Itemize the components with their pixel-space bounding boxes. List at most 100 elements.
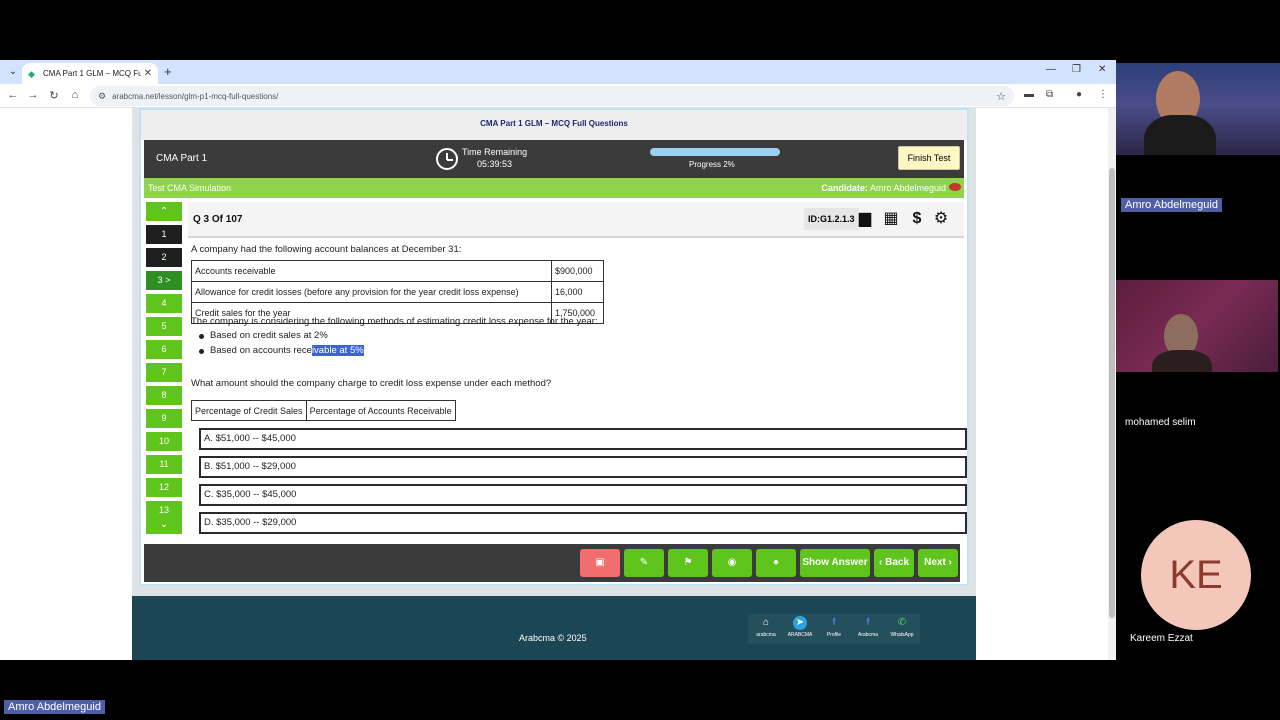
nav-question-item[interactable]: 10	[146, 432, 182, 451]
page-viewport: CMA Part 1 GLM – MCQ Full Questions CMA …	[0, 108, 1116, 660]
nav-question-item-current[interactable]: 3 >	[146, 271, 182, 290]
methods-intro: The company is considering the following…	[191, 316, 598, 327]
nav-question-item[interactable]: 2	[146, 248, 182, 267]
exam-part-label: CMA Part 1	[156, 153, 208, 164]
tab-search-icon[interactable]: ⌄	[6, 65, 20, 79]
progress-label: Progress 2%	[689, 160, 735, 169]
question-id-badge: ID:G1.2.1.3	[804, 208, 859, 230]
back-button[interactable]: ‹ Back	[874, 549, 914, 577]
home-icon[interactable]: ⌂	[68, 89, 82, 101]
answer-option-b[interactable]: B. $51,000 -- $29,000	[199, 456, 967, 478]
nav-question-item[interactable]: 12	[146, 478, 182, 497]
facebook-icon: f	[832, 617, 836, 628]
exam-header-bar: CMA Part 1 Time Remaining 05:39:53 Progr…	[144, 140, 964, 178]
video-tile-participant	[1116, 280, 1278, 372]
page-scrollbar[interactable]	[1108, 108, 1116, 660]
record-icon-button[interactable]: ◉	[712, 549, 752, 577]
tab-bar: ⌄ ◆ CMA Part 1 GLM – MCQ Full Qu ✕ + — ❐…	[0, 60, 1116, 84]
forward-arrow-icon[interactable]: →	[26, 89, 40, 101]
list-item: Based on credit sales at 2%	[199, 330, 364, 345]
comment-icon-button[interactable]: ●	[756, 549, 796, 577]
social-telegram-link[interactable]: ➤ ARABCMA	[783, 616, 817, 638]
table-cell: $900,000	[551, 260, 604, 282]
question-prompt: What amount should the company charge to…	[191, 378, 552, 389]
show-answer-button[interactable]: Show Answer	[800, 549, 870, 577]
notes-icon[interactable]: ▆	[856, 210, 874, 228]
table-cell: 16,000	[551, 281, 604, 303]
restore-icon[interactable]: ❐	[1072, 64, 1081, 75]
candidate-bar: Test CMA Simulation Candidate: Amro Abde…	[144, 178, 964, 198]
nav-up-button[interactable]: ⌃	[146, 202, 182, 221]
answer-option-c[interactable]: C. $35,000 -- $45,000	[199, 484, 967, 506]
save-icon-button[interactable]: ▣	[580, 549, 620, 577]
dollar-icon[interactable]: $	[908, 210, 926, 228]
selected-text-highlight[interactable]: ivable at 5%	[311, 345, 364, 356]
table-row: Percentage of Credit Sales Percentage of…	[191, 400, 456, 421]
participant-avatar: KE	[1141, 520, 1251, 630]
progress-fill	[650, 148, 780, 156]
address-bar[interactable]: ⚙ arabcma.net/lesson/glm-p1-mcq-full-que…	[90, 86, 1014, 106]
new-tab-icon[interactable]: +	[164, 64, 172, 79]
answer-option-a[interactable]: A. $51,000 -- $45,000	[199, 428, 967, 450]
social-facebook-profile-link[interactable]: f Profile	[817, 616, 851, 638]
eye-icon[interactable]	[949, 183, 961, 191]
table-header-cell: Percentage of Accounts Receivable	[305, 400, 456, 421]
question-navigator: ⌃ 1 2 3 > 4 5 6 7 8 9 10 11 12 13	[146, 202, 184, 538]
social-facebook-page-link[interactable]: f Arabcma	[851, 616, 885, 638]
settings-gear-icon[interactable]: ⚙	[932, 210, 950, 228]
question-stem: A company had the following account bala…	[191, 244, 462, 255]
table-cell: Allowance for credit losses (before any …	[191, 281, 552, 303]
whatsapp-icon: ✆	[897, 617, 907, 628]
next-button[interactable]: Next ›	[918, 549, 958, 577]
scrollbar-thumb[interactable]	[1109, 168, 1115, 618]
candidate-label: Candidate:	[821, 183, 868, 193]
nav-question-item[interactable]: 7	[146, 363, 182, 382]
finish-test-button[interactable]: Finish Test	[898, 146, 960, 170]
minimize-icon[interactable]: —	[1046, 64, 1056, 75]
nav-down-button[interactable]: ⌄	[146, 516, 182, 534]
nav-question-item[interactable]: 9	[146, 409, 182, 428]
answer-option-d[interactable]: D. $35,000 -- $29,000	[199, 512, 967, 534]
nav-question-item[interactable]: 4	[146, 294, 182, 313]
extension-icon[interactable]: ▬	[1024, 89, 1034, 100]
social-whatsapp-link[interactable]: ✆ WhatsApp	[885, 616, 919, 638]
site-info-icon[interactable]: ⚙	[98, 91, 106, 102]
clock-icon	[436, 148, 458, 170]
nav-question-item[interactable]: 11	[146, 455, 182, 474]
bookmark-star-icon[interactable]: ☆	[996, 90, 1006, 103]
method-2-text: Based on accounts rece	[210, 345, 312, 356]
back-arrow-icon[interactable]: ←	[6, 89, 20, 101]
page-content: CMA Part 1 GLM – MCQ Full Questions CMA …	[132, 108, 976, 660]
close-window-icon[interactable]: ✕	[1098, 64, 1106, 75]
social-label: Arabcma	[857, 632, 878, 638]
tab-title: CMA Part 1 GLM – MCQ Full Qu	[43, 69, 141, 78]
next-label: Next	[924, 557, 946, 568]
exam-title: CMA Part 1 GLM – MCQ Full Questions	[141, 110, 967, 140]
participant-name-tag: Amro Abdelmeguid	[1121, 198, 1222, 212]
note-icon-button[interactable]: ✎	[624, 549, 664, 577]
social-label: arabcma	[756, 632, 776, 638]
calculator-icon[interactable]: ▦	[882, 210, 900, 228]
facebook-icon: f	[866, 617, 870, 628]
browser-menu-icon[interactable]: ⋮	[1098, 89, 1108, 100]
nav-question-item[interactable]: 5	[146, 317, 182, 336]
nav-question-item[interactable]: 6	[146, 340, 182, 359]
social-label: ARABCMA	[787, 632, 813, 638]
social-home-link[interactable]: ⌂ arabcma	[749, 616, 783, 638]
table-header-cell: Percentage of Credit Sales	[191, 400, 307, 421]
reload-icon[interactable]: ↻	[47, 89, 61, 102]
address-url: arabcma.net/lesson/glm-p1-mcq-full-quest…	[112, 91, 279, 101]
presenter-shirt	[1144, 115, 1216, 155]
flag-icon-button[interactable]: ⚑	[668, 549, 708, 577]
screen: ⌄ ◆ CMA Part 1 GLM – MCQ Full Qu ✕ + — ❐…	[0, 0, 1280, 720]
close-tab-icon[interactable]: ✕	[144, 68, 152, 79]
participant-name-label: mohamed selim	[1125, 417, 1196, 428]
nav-question-item[interactable]: 1	[146, 225, 182, 244]
profile-avatar-icon[interactable]: ●	[1076, 89, 1082, 100]
methods-list: Based on credit sales at 2% Based on acc…	[199, 330, 364, 360]
extensions-puzzle-icon[interactable]: ⧉	[1046, 89, 1053, 100]
action-button-bar: ▣ ✎ ⚑ ◉ ● Show Answer ‹ Back Next ›	[144, 544, 960, 582]
question-counter: Q 3 Of 107	[193, 214, 243, 225]
nav-question-item[interactable]: 8	[146, 386, 182, 405]
browser-tab[interactable]: ◆ CMA Part 1 GLM – MCQ Full Qu ✕	[22, 63, 158, 84]
